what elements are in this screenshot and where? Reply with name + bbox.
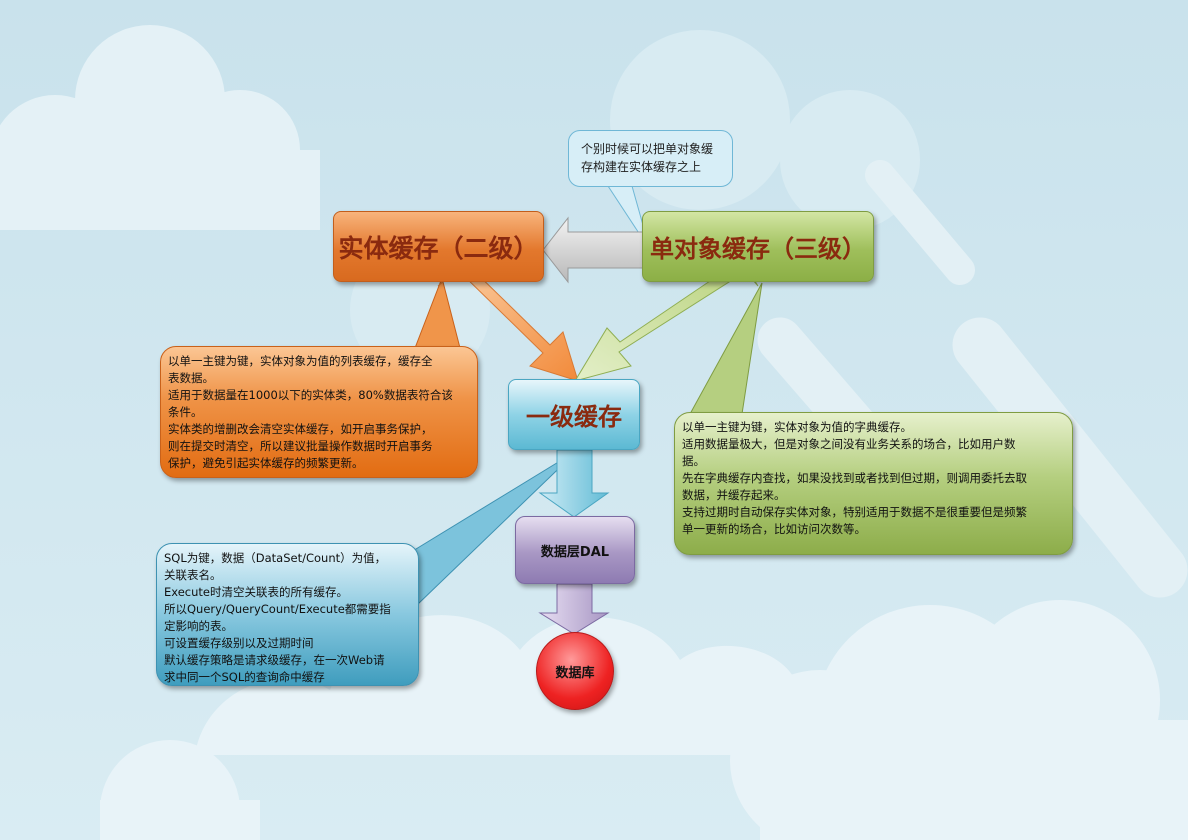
entity-cache-node: 实体缓存（二级） [333, 211, 544, 282]
data-layer-node: 数据层DAL [515, 516, 635, 584]
note-line: 实体类的增删改会清空实体缓存，如开启事务保护， [168, 422, 433, 436]
note-line: 默认缓存策略是请求级缓存，在一次Web请 [164, 653, 385, 667]
single-object-cache-note: 以单一主键为键，实体对象为值的字典缓存。 适用数据量极大，但是对象之间没有业务关… [674, 412, 1073, 555]
entity-cache-label: 实体缓存（二级） [338, 233, 539, 263]
note-line: 以单一主键为键，实体对象为值的列表缓存，缓存全 [168, 354, 433, 368]
note-line: 适用数据量极大，但是对象之间没有业务关系的场合，比如用户数 [682, 437, 1016, 451]
database-label: 数据库 [555, 665, 595, 681]
note-line: 先在字典缓存内查找，如果没找到或者找到但过期，则调用委托去取 [682, 471, 1027, 485]
note-line: 据。 [682, 454, 705, 468]
note-line: 保护，避免引起实体缓存的频繁更新。 [168, 456, 364, 470]
callout-note: 个别时候可以把单对象缓 存构建在实体缓存之上 [568, 130, 733, 187]
note-line: 定影响的表。 [164, 619, 233, 633]
note-line: 所以Query/QueryCount/Execute都需要指 [164, 602, 391, 616]
note-line: 则在提交时清空，所以建议批量操作数据时开启事务 [168, 439, 433, 453]
note-line: 单一更新的场合，比如访问次数等。 [682, 522, 866, 536]
note-line: Execute时清空关联表的所有缓存。 [164, 585, 348, 599]
note-line: 可设置缓存级别以及过期时间 [164, 636, 314, 650]
note-line: 求中同一个SQL的查询命中缓存 [164, 670, 325, 684]
callout-line: 个别时候可以把单对象缓 [581, 142, 714, 156]
entity-cache-note: 以单一主键为键，实体对象为值的列表缓存，缓存全 表数据。 适用于数据量在1000… [160, 346, 478, 478]
callout-line: 存构建在实体缓存之上 [581, 160, 702, 174]
data-layer-label: 数据层DAL [540, 544, 610, 560]
single-object-cache-node: 单对象缓存（三级） [642, 211, 874, 282]
database-node: 数据库 [536, 632, 614, 710]
first-level-cache-node: 一级缓存 [508, 379, 640, 450]
note-line: 数据，并缓存起来。 [682, 488, 786, 502]
note-line: 支持过期时自动保存实体对象，特别适用于数据不是很重要但是频繁 [682, 505, 1027, 519]
note-line: 表数据。 [168, 371, 214, 385]
first-level-cache-label: 一级缓存 [526, 403, 622, 431]
note-line: 条件。 [168, 405, 203, 419]
note-line: SQL为键，数据（DataSet/Count）为值， [164, 551, 387, 565]
first-level-cache-note: SQL为键，数据（DataSet/Count）为值， 关联表名。 Execute… [156, 543, 419, 686]
note-line: 关联表名。 [164, 568, 222, 582]
single-object-cache-label: 单对象缓存（三级） [650, 235, 866, 263]
note-line: 适用于数据量在1000以下的实体类，80%数据表符合该 [168, 388, 453, 402]
note-line: 以单一主键为键，实体对象为值的字典缓存。 [682, 420, 912, 434]
